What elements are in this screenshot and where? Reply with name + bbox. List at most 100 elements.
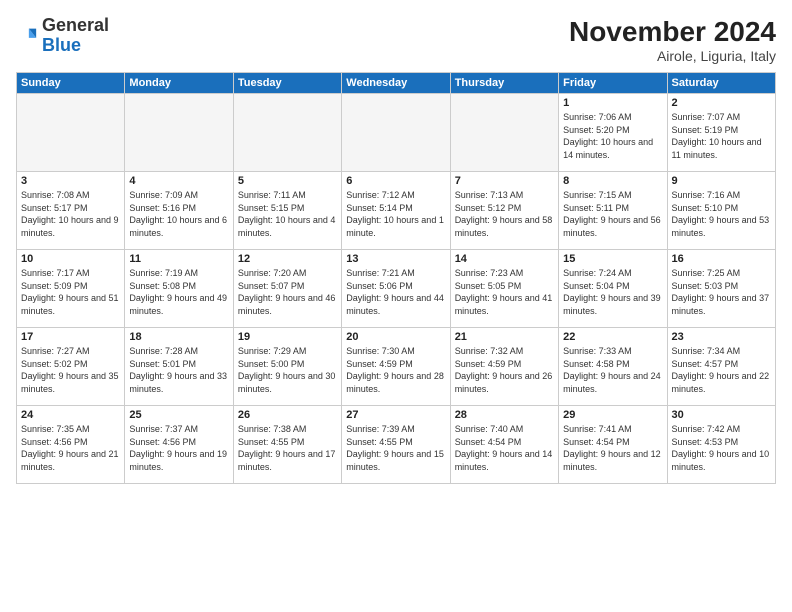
week-row-5: 24 Sunrise: 7:35 AM Sunset: 4:56 PM Dayli… bbox=[17, 406, 776, 484]
day-info: Sunrise: 7:27 AM Sunset: 5:02 PM Dayligh… bbox=[21, 345, 120, 395]
table-row: 13Sunrise: 7:21 AM Sunset: 5:06 PM Dayli… bbox=[342, 250, 450, 328]
table-row: 26Sunrise: 7:38 AM Sunset: 4:55 PM Dayli… bbox=[233, 406, 341, 484]
table-row: 3Sunrise: 7:08 AM Sunset: 5:17 PM Daylig… bbox=[17, 172, 125, 250]
calendar: Sunday Monday Tuesday Wednesday Thursday… bbox=[16, 72, 776, 484]
day-number: 29 bbox=[563, 409, 662, 421]
day-info: Sunrise: 7:41 AM Sunset: 4:54 PM Dayligh… bbox=[563, 423, 662, 473]
logo-general: General bbox=[42, 15, 109, 35]
day-number: 24 bbox=[21, 409, 120, 421]
page: General Blue November 2024 Airole, Ligur… bbox=[0, 0, 792, 612]
day-info: Sunrise: 7:09 AM Sunset: 5:16 PM Dayligh… bbox=[129, 189, 228, 239]
day-number: 6 bbox=[346, 175, 445, 187]
title-block: November 2024 Airole, Liguria, Italy bbox=[569, 16, 776, 64]
table-row: 4 Sunrise: 7:09 AM Sunset: 5:16 PM Daylig… bbox=[125, 172, 233, 250]
day-number: 14 bbox=[455, 253, 554, 265]
day-info: Sunrise: 7:30 AM Sunset: 4:59 PM Dayligh… bbox=[346, 345, 445, 395]
day-number: 23 bbox=[672, 331, 771, 343]
day-number: 22 bbox=[563, 331, 662, 343]
day-info: Sunrise: 7:28 AM Sunset: 5:01 PM Dayligh… bbox=[129, 345, 228, 395]
day-info: Sunrise: 7:34 AM Sunset: 4:57 PM Dayligh… bbox=[672, 345, 771, 395]
table-row: 20 Sunrise: 7:30 AM Sunset: 4:59 PM Dayli… bbox=[342, 328, 450, 406]
day-info: Sunrise: 7:08 AM Sunset: 5:17 PM Dayligh… bbox=[21, 189, 120, 239]
day-info: Sunrise: 7:16 AM Sunset: 5:10 PM Dayligh… bbox=[672, 189, 771, 239]
table-row: 8 Sunrise: 7:15 AM Sunset: 5:11 PM Daylig… bbox=[559, 172, 667, 250]
day-number: 18 bbox=[129, 331, 228, 343]
table-row bbox=[17, 94, 125, 172]
day-info: Sunrise: 7:37 AM Sunset: 4:56 PM Dayligh… bbox=[129, 423, 228, 473]
table-row bbox=[450, 94, 558, 172]
day-info: Sunrise: 7:07 AM Sunset: 5:19 PM Dayligh… bbox=[672, 111, 771, 161]
header-monday: Monday bbox=[125, 73, 233, 94]
day-number: 13 bbox=[346, 253, 445, 265]
header-friday: Friday bbox=[559, 73, 667, 94]
day-info: Sunrise: 7:40 AM Sunset: 4:54 PM Dayligh… bbox=[455, 423, 554, 473]
table-row: 1Sunrise: 7:06 AM Sunset: 5:20 PM Daylig… bbox=[559, 94, 667, 172]
day-number: 15 bbox=[563, 253, 662, 265]
day-info: Sunrise: 7:24 AM Sunset: 5:04 PM Dayligh… bbox=[563, 267, 662, 317]
day-number: 20 bbox=[346, 331, 445, 343]
table-row: 17 Sunrise: 7:27 AM Sunset: 5:02 PM Dayli… bbox=[17, 328, 125, 406]
table-row: 6 Sunrise: 7:12 AM Sunset: 5:14 PM Daylig… bbox=[342, 172, 450, 250]
day-number: 27 bbox=[346, 409, 445, 421]
header-wednesday: Wednesday bbox=[342, 73, 450, 94]
day-info: Sunrise: 7:29 AM Sunset: 5:00 PM Dayligh… bbox=[238, 345, 337, 395]
table-row: 7 Sunrise: 7:13 AM Sunset: 5:12 PM Daylig… bbox=[450, 172, 558, 250]
day-info: Sunrise: 7:35 AM Sunset: 4:56 PM Dayligh… bbox=[21, 423, 120, 473]
day-number: 4 bbox=[129, 175, 228, 187]
week-row-2: 3Sunrise: 7:08 AM Sunset: 5:17 PM Daylig… bbox=[17, 172, 776, 250]
table-row: 19 Sunrise: 7:29 AM Sunset: 5:00 PM Dayli… bbox=[233, 328, 341, 406]
day-number: 11 bbox=[129, 253, 228, 265]
day-number: 9 bbox=[672, 175, 771, 187]
weekday-header-row: Sunday Monday Tuesday Wednesday Thursday… bbox=[17, 73, 776, 94]
week-row-3: 10 Sunrise: 7:17 AM Sunset: 5:09 PM Dayli… bbox=[17, 250, 776, 328]
day-number: 16 bbox=[672, 253, 771, 265]
day-number: 8 bbox=[563, 175, 662, 187]
day-info: Sunrise: 7:17 AM Sunset: 5:09 PM Dayligh… bbox=[21, 267, 120, 317]
day-number: 28 bbox=[455, 409, 554, 421]
table-row: 28 Sunrise: 7:40 AM Sunset: 4:54 PM Dayli… bbox=[450, 406, 558, 484]
table-row: 9 Sunrise: 7:16 AM Sunset: 5:10 PM Daylig… bbox=[667, 172, 775, 250]
table-row: 2 Sunrise: 7:07 AM Sunset: 5:19 PM Daylig… bbox=[667, 94, 775, 172]
week-row-1: 1Sunrise: 7:06 AM Sunset: 5:20 PM Daylig… bbox=[17, 94, 776, 172]
logo-text: General Blue bbox=[42, 16, 109, 56]
header: General Blue November 2024 Airole, Ligur… bbox=[16, 16, 776, 64]
day-number: 2 bbox=[672, 97, 771, 109]
table-row: 27 Sunrise: 7:39 AM Sunset: 4:55 PM Dayli… bbox=[342, 406, 450, 484]
table-row: 23 Sunrise: 7:34 AM Sunset: 4:57 PM Dayli… bbox=[667, 328, 775, 406]
day-number: 17 bbox=[21, 331, 120, 343]
table-row bbox=[342, 94, 450, 172]
header-tuesday: Tuesday bbox=[233, 73, 341, 94]
table-row: 24 Sunrise: 7:35 AM Sunset: 4:56 PM Dayli… bbox=[17, 406, 125, 484]
day-info: Sunrise: 7:39 AM Sunset: 4:55 PM Dayligh… bbox=[346, 423, 445, 473]
day-number: 21 bbox=[455, 331, 554, 343]
table-row bbox=[125, 94, 233, 172]
month-title: November 2024 bbox=[569, 16, 776, 48]
table-row: 11Sunrise: 7:19 AM Sunset: 5:08 PM Dayli… bbox=[125, 250, 233, 328]
table-row: 14Sunrise: 7:23 AM Sunset: 5:05 PM Dayli… bbox=[450, 250, 558, 328]
day-number: 7 bbox=[455, 175, 554, 187]
table-row: 10 Sunrise: 7:17 AM Sunset: 5:09 PM Dayli… bbox=[17, 250, 125, 328]
table-row: 25 Sunrise: 7:37 AM Sunset: 4:56 PM Dayli… bbox=[125, 406, 233, 484]
table-row: 15 Sunrise: 7:24 AM Sunset: 5:04 PM Dayli… bbox=[559, 250, 667, 328]
header-saturday: Saturday bbox=[667, 73, 775, 94]
day-info: Sunrise: 7:12 AM Sunset: 5:14 PM Dayligh… bbox=[346, 189, 445, 239]
day-number: 19 bbox=[238, 331, 337, 343]
day-number: 1 bbox=[563, 97, 662, 109]
day-info: Sunrise: 7:42 AM Sunset: 4:53 PM Dayligh… bbox=[672, 423, 771, 473]
day-info: Sunrise: 7:33 AM Sunset: 4:58 PM Dayligh… bbox=[563, 345, 662, 395]
day-number: 10 bbox=[21, 253, 120, 265]
logo-blue: Blue bbox=[42, 35, 81, 55]
day-info: Sunrise: 7:25 AM Sunset: 5:03 PM Dayligh… bbox=[672, 267, 771, 317]
location: Airole, Liguria, Italy bbox=[569, 48, 776, 64]
table-row: 18 Sunrise: 7:28 AM Sunset: 5:01 PM Dayli… bbox=[125, 328, 233, 406]
day-info: Sunrise: 7:11 AM Sunset: 5:15 PM Dayligh… bbox=[238, 189, 337, 239]
day-info: Sunrise: 7:32 AM Sunset: 4:59 PM Dayligh… bbox=[455, 345, 554, 395]
logo-icon bbox=[16, 25, 38, 47]
header-sunday: Sunday bbox=[17, 73, 125, 94]
day-info: Sunrise: 7:13 AM Sunset: 5:12 PM Dayligh… bbox=[455, 189, 554, 239]
day-info: Sunrise: 7:15 AM Sunset: 5:11 PM Dayligh… bbox=[563, 189, 662, 239]
day-number: 5 bbox=[238, 175, 337, 187]
day-number: 30 bbox=[672, 409, 771, 421]
day-number: 25 bbox=[129, 409, 228, 421]
table-row: 30 Sunrise: 7:42 AM Sunset: 4:53 PM Dayli… bbox=[667, 406, 775, 484]
